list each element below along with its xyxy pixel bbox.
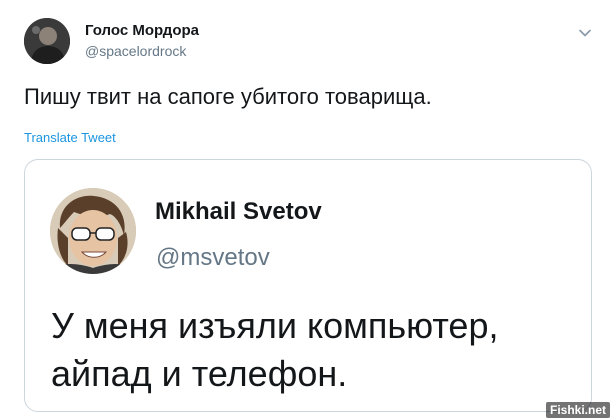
quoted-tweet-text-line: У меня изъяли компьютер, xyxy=(51,305,499,346)
author-handle[interactable]: @spacelordrock xyxy=(85,43,186,59)
author-name[interactable]: Голос Мордора xyxy=(85,22,199,39)
translate-tweet-link[interactable]: Translate Tweet xyxy=(24,130,116,145)
user-avatar-icon xyxy=(50,188,136,274)
quoted-tweet-text: У меня изъяли компьютер, айпад и телефон… xyxy=(51,302,581,398)
quoted-author-name: Mikhail Svetov xyxy=(155,198,322,225)
author-avatar[interactable] xyxy=(24,18,70,64)
user-avatar-icon xyxy=(24,18,70,64)
quoted-author-avatar xyxy=(50,188,136,274)
quoted-tweet-image[interactable]: Mikhail Svetov @msvetov У меня изъяли ко… xyxy=(24,159,592,412)
quoted-author-handle: @msvetov xyxy=(156,244,270,271)
tweet-card: Голос Мордора @spacelordrock Пишу твит н… xyxy=(0,0,616,420)
watermark: Fishki.net xyxy=(545,402,610,418)
tweet-text: Пишу твит на сапоге убитого товарища. xyxy=(24,84,432,109)
chevron-down-icon[interactable] xyxy=(578,26,592,40)
quoted-tweet-text-line: айпад и телефон. xyxy=(51,353,348,394)
